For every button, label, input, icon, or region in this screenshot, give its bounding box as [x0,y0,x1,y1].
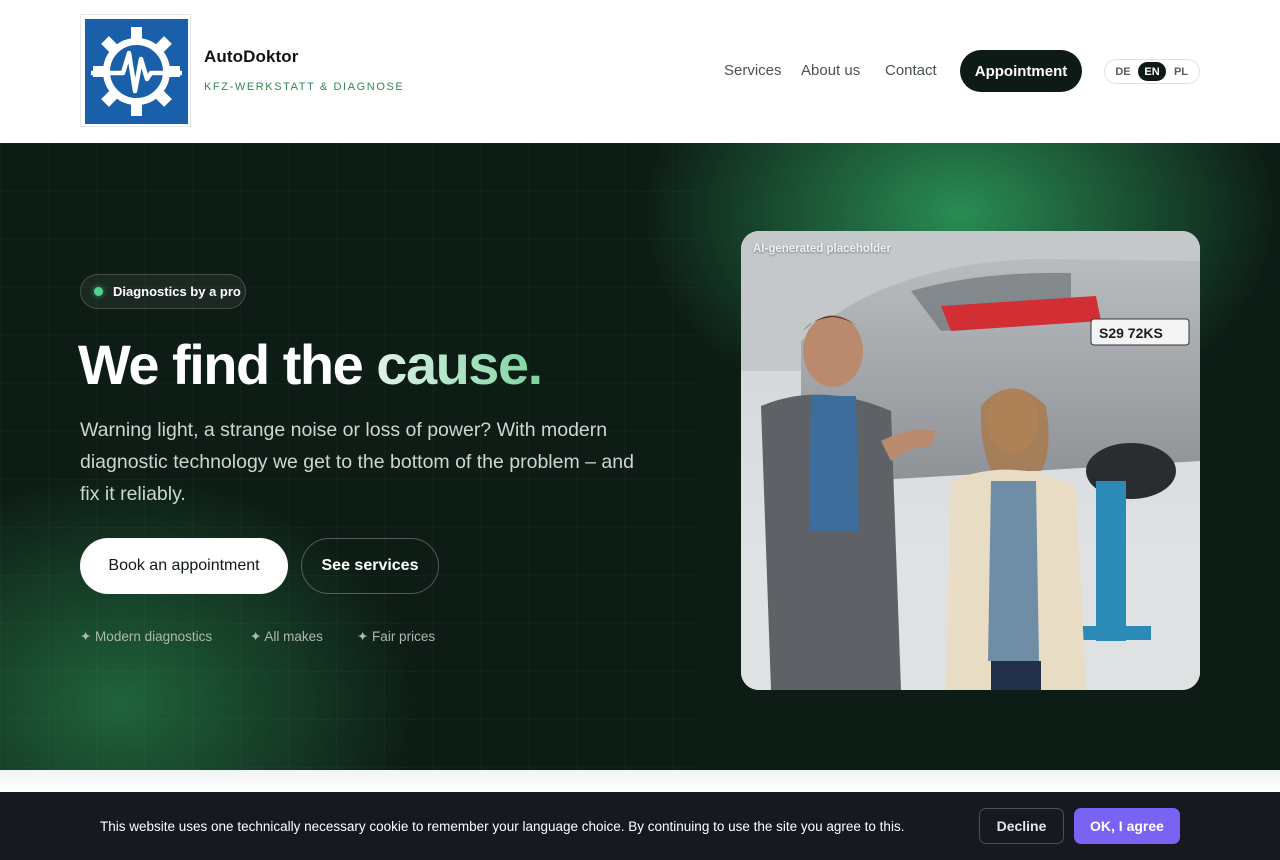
hero-headline-accent: cause. [376,333,543,396]
language-option-pl[interactable]: PL [1167,62,1195,81]
license-plate: S29 72KS [1099,325,1163,341]
gear-heartbeat-logo-icon [85,19,188,124]
cookie-agree-button[interactable]: OK, I agree [1074,808,1180,844]
next-section-edge [0,770,1280,792]
feature-modern-diagnostics: ✦ Modern diagnostics [80,629,213,644]
hero-headline: We find the cause. [78,332,543,397]
see-services-button[interactable]: See services [301,538,439,594]
hero-section: Diagnostics by a pro We find the cause. … [0,143,1280,770]
cookie-decline-button[interactable]: Decline [979,808,1064,844]
hero-badge-label: Diagnostics by a pro [113,284,241,299]
hero-headline-start: We find the [78,333,377,396]
hero-lead: Warning light, a strange noise or loss o… [80,419,634,505]
mechanic-customer-photo: S29 72KS [741,231,1200,690]
image-placeholder-label: AI-generated placeholder [753,243,892,255]
language-option-de[interactable]: DE [1109,62,1137,81]
language-option-en[interactable]: EN [1138,62,1166,81]
logo[interactable] [80,14,191,127]
nav-link-contact[interactable]: Contact [885,62,937,79]
feature-fair-prices: ✦ Fair prices [357,629,436,644]
site-header: AutoDoktor KFZ-WERKSTATT & DIAGNOSE Serv… [0,0,1280,143]
nav-link-about[interactable]: About us [801,62,860,79]
language-switcher: DE EN PL [1104,59,1200,84]
brand-tagline: KFZ-WERKSTATT & DIAGNOSE [204,81,405,93]
nav-link-services[interactable]: Services [724,62,782,79]
cookie-banner: This website uses one technically necess… [0,792,1280,860]
hero-image: S29 72KS AI-generated placeholder [741,231,1200,690]
cookie-text: This website uses one technically necess… [100,819,905,834]
brand-name[interactable]: AutoDoktor [204,47,298,67]
appointment-button[interactable]: Appointment [960,50,1082,92]
feature-all-makes: ✦ All makes [250,629,323,644]
book-appointment-button[interactable]: Book an appointment [80,538,288,594]
status-dot-icon [94,287,103,296]
hero-badge: Diagnostics by a pro [80,274,246,309]
